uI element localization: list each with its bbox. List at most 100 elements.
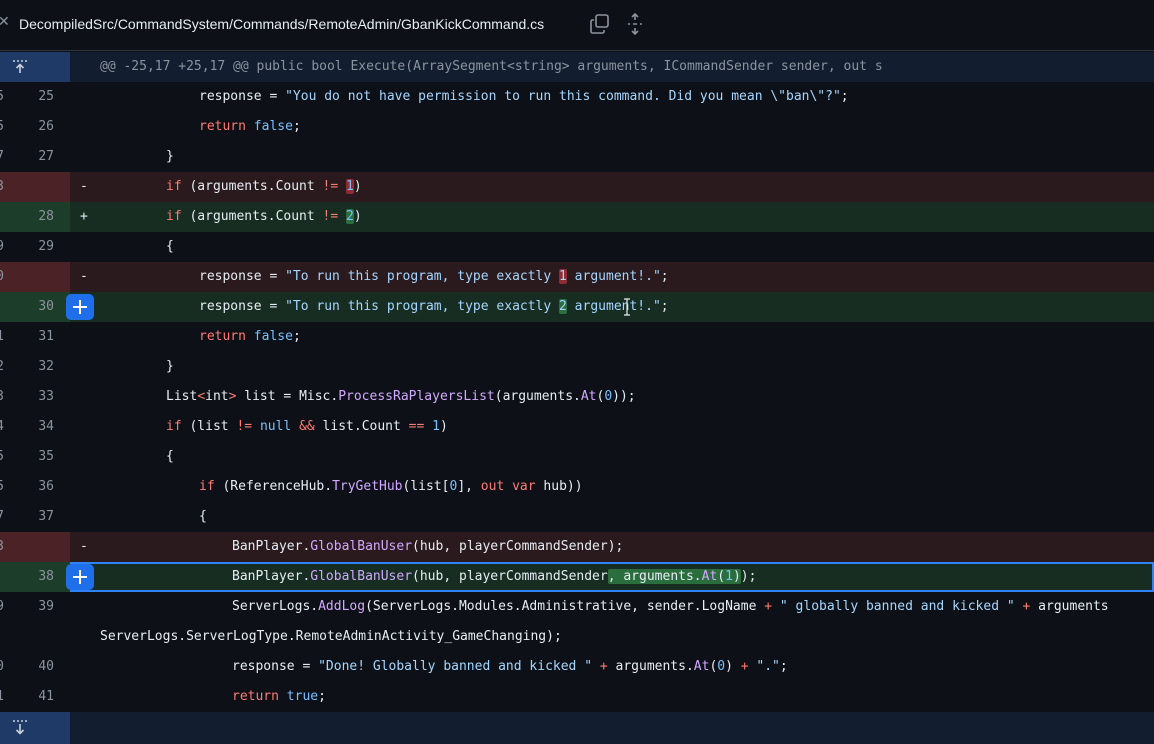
diff-line: 5 26 return false; [0, 112, 1154, 142]
code-text: List<int> list = Misc.ProcessRaPlayersLi… [166, 389, 636, 404]
old-line-number[interactable]: 5 [0, 112, 4, 142]
hunk-header-text: @@ -25,17 +25,17 @@ public bool Execute(… [100, 59, 883, 74]
new-line-number[interactable]: 37 [20, 502, 54, 532]
code-text: { [166, 239, 174, 254]
added-line-selected[interactable]: 38 BanPlayer.GlobalBanUser(hub, playerCo… [0, 562, 1154, 592]
diff-line: 5 35 { [0, 442, 1154, 472]
old-line-number[interactable]: 0 [0, 262, 4, 292]
diff-line: 9 39 ServerLogs.AddLog(ServerLogs.Module… [0, 592, 1154, 622]
old-line-number[interactable]: 5 [0, 442, 4, 472]
code-text: BanPlayer.GlobalBanUser(hub, playerComma… [232, 539, 624, 554]
collapse-chevron-icon[interactable]: ✕ [0, 14, 10, 30]
diff-line: 7 37 { [0, 502, 1154, 532]
file-path[interactable]: DecompiledSrc/CommandSystem/Commands/Rem… [19, 16, 544, 32]
text-cursor-icon [624, 298, 630, 316]
code-text: return true; [232, 689, 326, 704]
new-line-number[interactable]: 36 [20, 472, 54, 502]
diff-line-wrap: ServerLogs.ServerLogType.RemoteAdminActi… [0, 622, 1154, 652]
hunk-header: @@ -25,17 +25,17 @@ public bool Execute(… [0, 52, 1154, 82]
code-text: if (arguments.Count != 2) [166, 209, 362, 224]
code-text: response = "To run this program, type ex… [199, 299, 669, 314]
plus-icon [73, 300, 87, 314]
diff-line: 5 25 response = "You do not have permiss… [0, 82, 1154, 112]
old-line-number[interactable]: 3 [0, 532, 4, 562]
deleted-line: 0 - response = "To run this program, typ… [0, 262, 1154, 292]
file-header: ✕ DecompiledSrc/CommandSystem/Commands/R… [0, 0, 1154, 51]
old-line-number[interactable]: 4 [0, 412, 4, 442]
old-line-number[interactable]: 5 [0, 82, 4, 112]
new-line-number[interactable]: 27 [20, 142, 54, 172]
added-line: 28 + if (arguments.Count != 2) [0, 202, 1154, 232]
code-text: if (ReferenceHub.TryGetHub(list[0], out … [199, 479, 583, 494]
code-text: ServerLogs.AddLog(ServerLogs.Modules.Adm… [232, 599, 1109, 614]
expand-all-icon[interactable] [624, 13, 646, 35]
code-text: } [166, 359, 174, 374]
diff-line: 2 32 } [0, 352, 1154, 382]
diff-line: 5 36 if (ReferenceHub.TryGetHub(list[0],… [0, 472, 1154, 502]
old-line-number[interactable]: 7 [0, 502, 4, 532]
old-line-number[interactable]: 7 [0, 142, 4, 172]
code-text: } [166, 149, 174, 164]
diff-line: 7 27 } [0, 142, 1154, 172]
code-text: return false; [199, 119, 301, 134]
old-line-number[interactable]: 9 [0, 232, 4, 262]
old-line-number[interactable]: 1 [0, 682, 4, 712]
old-line-number[interactable]: 1 [0, 322, 4, 352]
diff-sign: - [80, 179, 88, 194]
new-line-number[interactable]: 25 [20, 82, 54, 112]
line-gutter [0, 172, 70, 202]
old-line-number[interactable]: 2 [0, 352, 4, 382]
code-text: response = "Done! Globally banned and ki… [232, 659, 788, 674]
add-comment-button[interactable] [66, 294, 94, 320]
hunk-expand-gutter[interactable] [0, 712, 70, 744]
code-text: if (arguments.Count != 1) [166, 179, 362, 194]
code-text: if (list != null && list.Count == 1) [166, 419, 448, 434]
new-line-number[interactable]: 32 [20, 352, 54, 382]
old-line-number[interactable]: 5 [0, 472, 4, 502]
new-line-number[interactable]: 31 [20, 322, 54, 352]
diff-line: 4 34 if (list != null && list.Count == 1… [0, 412, 1154, 442]
deleted-line: 3 - if (arguments.Count != 1) [0, 172, 1154, 202]
new-line-number[interactable]: 39 [20, 592, 54, 622]
line-gutter [0, 622, 70, 652]
expand-down-icon[interactable] [10, 718, 30, 738]
old-line-number[interactable]: 3 [0, 382, 4, 412]
hunk-expand-gutter[interactable] [0, 52, 70, 82]
new-line-number[interactable]: 26 [20, 112, 54, 142]
diff-line: 1 41 return true; [0, 682, 1154, 712]
old-line-number[interactable]: 3 [0, 172, 4, 202]
line-gutter [0, 262, 70, 292]
copy-icon[interactable] [589, 13, 611, 35]
diff-line: 9 29 { [0, 232, 1154, 262]
code-text: response = "You do not have permission t… [199, 89, 849, 104]
new-line-number[interactable]: 35 [20, 442, 54, 472]
new-line-number[interactable]: 40 [20, 652, 54, 682]
new-line-number[interactable]: 29 [20, 232, 54, 262]
new-line-number[interactable]: 33 [20, 382, 54, 412]
old-line-number[interactable]: 9 [0, 592, 4, 622]
diff-lines: 5 25 response = "You do not have permiss… [0, 82, 1154, 712]
old-line-number[interactable]: 0 [0, 652, 4, 682]
new-line-number[interactable]: 34 [20, 412, 54, 442]
new-line-number[interactable]: 30 [20, 292, 54, 322]
code-text: ServerLogs.ServerLogType.RemoteAdminActi… [100, 629, 562, 644]
deleted-line: 3 - BanPlayer.GlobalBanUser(hub, playerC… [0, 532, 1154, 562]
diff-sign: + [80, 209, 88, 224]
code-text: response = "To run this program, type ex… [199, 269, 669, 284]
new-line-number[interactable]: 38 [20, 562, 54, 592]
diff-line: 0 40 response = "Done! Globally banned a… [0, 652, 1154, 682]
diff-sign: - [80, 269, 88, 284]
code-text: BanPlayer.GlobalBanUser(hub, playerComma… [232, 569, 757, 584]
expand-up-icon[interactable] [10, 57, 30, 77]
new-line-number[interactable]: 41 [20, 682, 54, 712]
added-line: 30 response = "To run this program, type… [0, 292, 1154, 322]
code-text: return false; [199, 329, 301, 344]
add-comment-button[interactable] [66, 564, 94, 590]
diff-sign: - [80, 539, 88, 554]
plus-icon [73, 570, 87, 584]
code-text: { [166, 449, 174, 464]
line-gutter [0, 532, 70, 562]
new-line-number[interactable]: 28 [20, 202, 54, 232]
hunk-footer [0, 712, 1154, 744]
diff-line: 1 31 return false; [0, 322, 1154, 352]
